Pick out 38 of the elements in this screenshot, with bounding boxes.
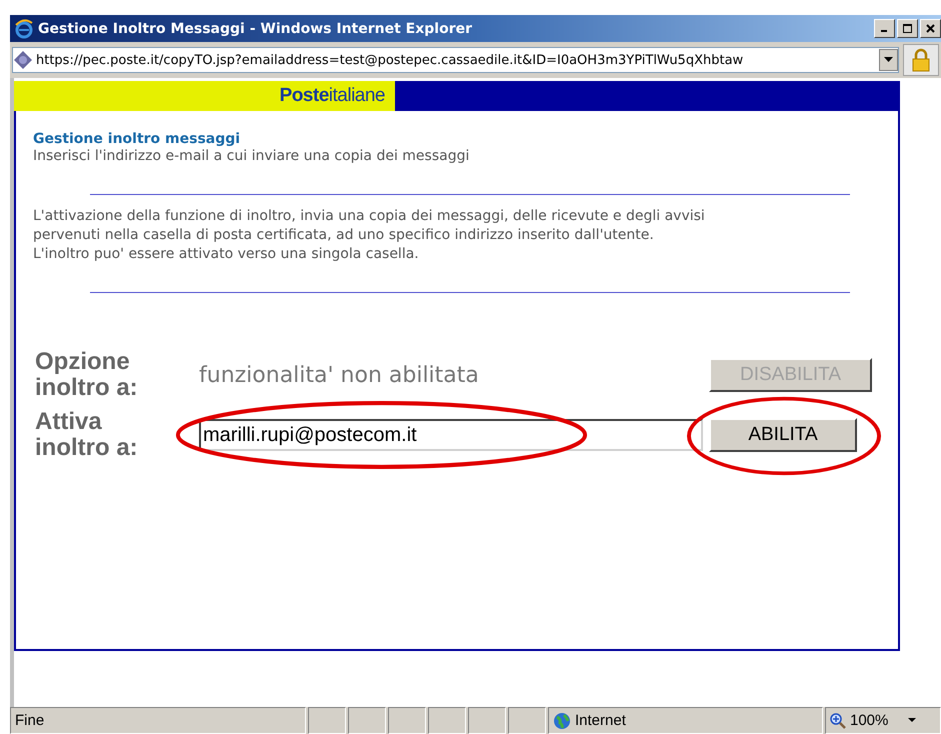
form-label: Opzione	[35, 349, 131, 375]
window-title: Gestione Inoltro Messaggi - Windows Internet Explorer	[38, 20, 474, 36]
maximize-button[interactable]	[897, 19, 918, 38]
close-icon	[926, 24, 935, 33]
form-label: inoltro a:	[35, 435, 139, 461]
section-subtitle: Inserisci l'indirizzo e-mail a cui inviare una copia dei messaggi	[33, 147, 470, 166]
status-panel	[468, 707, 506, 734]
browser-logo-icon	[14, 18, 34, 38]
address-field[interactable]: https://pec.poste.it/copyTO.jsp?emailaddress=test@postepec.cassaedile.it&ID=I0aOH3m3YPiTlWu5qXhbtaw	[12, 47, 899, 73]
description-line: L'inoltro puo' essere attivato verso una singola casella.	[33, 245, 420, 264]
description-line: pervenuti nella casella di posta certificata, ad uno specifico indirizzo inserito dall'utente.	[33, 226, 655, 245]
close-button[interactable]	[920, 19, 941, 38]
security-lock-button[interactable]	[903, 44, 939, 76]
zoom-control[interactable]: 100%	[825, 707, 941, 734]
padlock-icon	[911, 48, 931, 72]
page-icon	[13, 50, 33, 70]
status-text: Fine	[10, 707, 306, 734]
status-panel	[308, 707, 346, 734]
action-button[interactable]: ABILITA	[709, 418, 857, 452]
status-panel	[508, 707, 546, 734]
email-input-field[interactable]: marilli.rupi@postecom.it	[199, 419, 703, 451]
status-panel	[428, 707, 466, 734]
status-panel	[388, 707, 426, 734]
logo: Posteitaliane	[280, 85, 385, 107]
caret-icon	[884, 57, 893, 63]
globe-icon	[553, 712, 571, 730]
caret-icon	[908, 718, 916, 723]
status-panel	[348, 707, 386, 734]
maximize-icon	[903, 24, 912, 33]
minimize-button[interactable]	[874, 19, 895, 38]
zoom-icon	[830, 712, 846, 728]
dropdown-button[interactable]	[879, 49, 898, 71]
form-label: inoltro a:	[35, 375, 139, 401]
description-line: L'attivazione della funzione di inoltro, invia una copia dei messaggi, delle ricevute e degli avvisi	[33, 207, 706, 226]
section-heading: Gestione inoltro messaggi	[33, 131, 242, 147]
security-zone: Internet	[575, 712, 626, 729]
form-label: Attiva	[35, 409, 103, 435]
status-text: funzionalita' non abilitata	[199, 362, 479, 388]
